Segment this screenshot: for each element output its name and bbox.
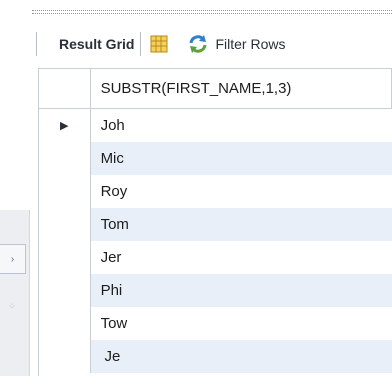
result-grid-tab[interactable]: Result Grid (59, 36, 134, 52)
table-row[interactable]: Mic (39, 142, 392, 175)
table-cell[interactable]: Mic (90, 142, 392, 175)
column-header[interactable]: SUBSTR(FIRST_NAME,1,3) (91, 69, 392, 108)
toolbar-separator (36, 32, 37, 56)
table-cell[interactable]: Tom (90, 208, 392, 241)
table-cell[interactable]: Tow (91, 307, 392, 340)
table-cell[interactable]: Jer (91, 241, 392, 274)
grid-body: ▶ Joh Mic Roy Tom Jer Phi Tow Je (39, 109, 392, 373)
table-cell[interactable]: Joh (91, 109, 392, 142)
table-cell[interactable]: Phi (90, 274, 392, 307)
row-selector[interactable] (39, 340, 91, 373)
result-toolbar: Result Grid Filter Rows (32, 24, 392, 64)
collapse-panel-button[interactable]: › (0, 244, 26, 274)
row-selector[interactable] (39, 274, 91, 307)
table-row[interactable]: Tow (39, 307, 392, 340)
result-grid: SUBSTR(FIRST_NAME,1,3) ▶ Joh Mic Roy Tom Jer P… (38, 68, 392, 376)
table-row[interactable]: Phi (39, 274, 392, 307)
row-header-corner[interactable] (39, 69, 91, 108)
row-selector[interactable]: ▶ (39, 109, 91, 142)
row-selector[interactable] (39, 307, 91, 340)
table-cell[interactable]: Je (90, 340, 392, 373)
table-row[interactable]: Roy (39, 175, 392, 208)
refresh-icon[interactable] (187, 33, 209, 55)
table-row[interactable]: Jer (39, 241, 392, 274)
row-selector[interactable] (39, 142, 91, 175)
table-row[interactable]: ▶ Joh (39, 109, 392, 142)
row-selector[interactable] (39, 208, 91, 241)
drag-grip-icon[interactable]: ⁘ (6, 300, 18, 312)
chevron-right-icon: › (10, 253, 15, 265)
left-panel-edge (0, 210, 30, 376)
grid-header-row: SUBSTR(FIRST_NAME,1,3) (39, 69, 392, 109)
result-panel: Result Grid Filter Rows SUBSTR(FIRST_NAM… (32, 0, 392, 376)
filter-rows-label[interactable]: Filter Rows (215, 36, 285, 52)
toolbar-separator (140, 32, 142, 56)
grid-view-icon[interactable] (149, 34, 169, 54)
row-selector[interactable] (39, 175, 91, 208)
table-row[interactable]: Je (39, 340, 392, 373)
panel-splitter[interactable] (32, 10, 392, 14)
table-row[interactable]: Tom (39, 208, 392, 241)
row-selector[interactable] (39, 241, 91, 274)
table-cell[interactable]: Roy (91, 175, 392, 208)
